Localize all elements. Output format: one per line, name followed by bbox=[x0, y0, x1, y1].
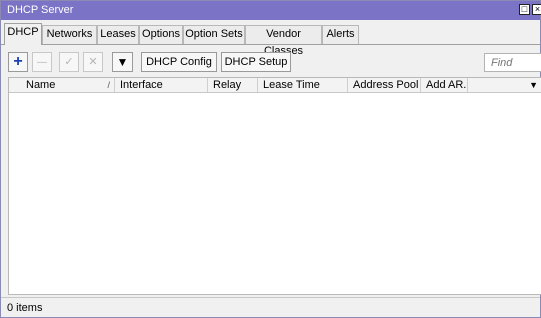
add-button[interactable]: + bbox=[8, 52, 28, 72]
filter-button[interactable]: ▼ bbox=[112, 52, 133, 72]
tab-options[interactable]: Options bbox=[139, 25, 183, 44]
x-icon: ✕ bbox=[88, 56, 98, 68]
status-bar: 0 items bbox=[1, 297, 540, 317]
tab-alerts[interactable]: Alerts bbox=[322, 25, 359, 44]
tab-vendor-classes[interactable]: Vendor Classes bbox=[245, 25, 322, 57]
dhcp-server-window: DHCP Server □ × DHCP Networks Leases Opt… bbox=[0, 0, 541, 318]
tab-dhcp[interactable]: DHCP bbox=[4, 23, 42, 45]
plus-icon: + bbox=[13, 53, 23, 70]
maximize-icon: □ bbox=[521, 4, 528, 14]
dhcp-setup-button[interactable]: DHCP Setup bbox=[221, 52, 291, 72]
dhcp-servers-table[interactable]: Name / Interface Relay Lease Time Addres… bbox=[8, 77, 541, 295]
column-header-interface[interactable]: Interface bbox=[115, 78, 208, 92]
close-icon: × bbox=[534, 4, 541, 14]
column-header-address-pool[interactable]: Address Pool bbox=[348, 78, 421, 92]
tab-divider bbox=[1, 44, 540, 45]
minus-icon: — bbox=[37, 57, 47, 68]
tab-networks[interactable]: Networks bbox=[42, 25, 97, 44]
dhcp-config-button[interactable]: DHCP Config bbox=[141, 52, 217, 72]
column-header-lease-time[interactable]: Lease Time bbox=[258, 78, 348, 92]
column-header-relay[interactable]: Relay bbox=[208, 78, 258, 92]
find-input[interactable] bbox=[484, 53, 541, 72]
column-header-add-arp[interactable]: Add AR... bbox=[421, 78, 468, 92]
check-icon: ✓ bbox=[64, 56, 74, 68]
filter-icon: ▼ bbox=[116, 55, 129, 69]
disable-button[interactable]: ✕ bbox=[83, 52, 103, 72]
toolbar: + — ✓ ✕ ▼ DHCP Config DHCP Setup bbox=[1, 50, 541, 74]
table-header: Name / Interface Relay Lease Time Addres… bbox=[9, 78, 541, 93]
maximize-button[interactable]: □ bbox=[519, 4, 530, 15]
sort-indicator: / bbox=[107, 80, 110, 90]
enable-button[interactable]: ✓ bbox=[59, 52, 79, 72]
column-header-name[interactable]: Name / bbox=[21, 78, 115, 92]
close-button[interactable]: × bbox=[532, 4, 541, 15]
window-title: DHCP Server bbox=[7, 4, 74, 16]
title-bar[interactable]: DHCP Server □ × bbox=[1, 1, 541, 20]
item-count: 0 items bbox=[7, 302, 43, 314]
tab-option-sets[interactable]: Option Sets bbox=[183, 25, 245, 44]
tab-leases[interactable]: Leases bbox=[97, 25, 139, 44]
remove-button[interactable]: — bbox=[32, 52, 52, 72]
column-chooser-icon[interactable]: ▼ bbox=[529, 78, 538, 92]
